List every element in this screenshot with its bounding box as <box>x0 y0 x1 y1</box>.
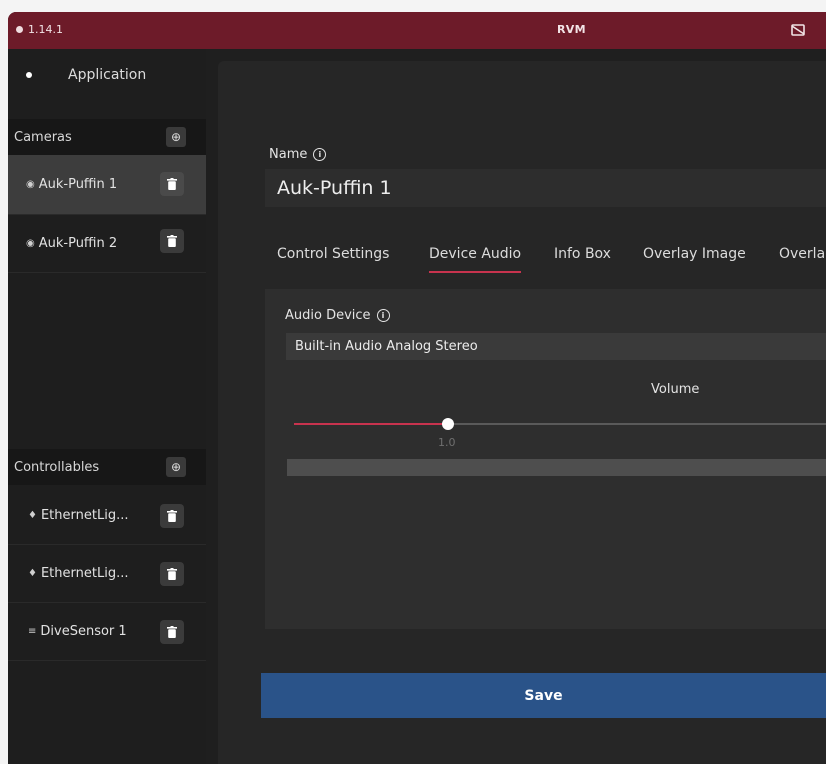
cameras-header-label: Cameras <box>14 129 72 145</box>
trash-icon <box>167 568 177 580</box>
tab-overlay-image[interactable]: Overlay Image <box>643 245 746 271</box>
name-label: Name i <box>269 147 327 162</box>
add-controllable-button[interactable]: ⊕ <box>166 457 186 477</box>
controllables-header: Controllables ⊕ <box>8 449 206 485</box>
audio-device-label-text: Audio Device <box>285 308 371 323</box>
light-icon: ♦ <box>28 510 37 521</box>
version-indicator: 1.14.1 <box>16 23 63 36</box>
sensor-icon: ≡ <box>28 626 37 637</box>
device-audio-panel: Audio Device i Built-in Audio Analog Ste… <box>265 289 826 629</box>
volume-slider[interactable] <box>294 418 826 430</box>
window-title: RVM <box>557 23 586 36</box>
info-icon[interactable]: i <box>376 309 390 322</box>
save-button[interactable]: Save <box>261 673 826 718</box>
camera-settings-panel: Name i Control Settings Device Audio Inf… <box>218 61 826 764</box>
controllables-header-label: Controllables <box>14 459 100 475</box>
sidebar-item-label: Application <box>68 67 147 83</box>
camera-icon: ◉ <box>26 179 35 190</box>
camera-name-input[interactable] <box>265 169 826 207</box>
status-dot-icon <box>16 26 23 33</box>
controllable-label: EthernetLig... <box>40 566 129 581</box>
tab-device-audio[interactable]: Device Audio <box>429 245 522 273</box>
cameras-header: Cameras ⊕ <box>8 119 206 155</box>
app-window: 1.14.1 RVM Application Cameras ⊕ ◉ Auk-P… <box>8 12 826 764</box>
sidebar-item-application[interactable]: Application <box>8 49 206 101</box>
camera-icon: ◉ <box>26 238 35 249</box>
trash-icon <box>167 510 177 522</box>
tab-control-settings[interactable]: Control Settings <box>277 245 389 271</box>
no-video-icon[interactable] <box>790 22 806 38</box>
delete-controllable-button[interactable] <box>160 562 184 586</box>
camera-item-auk-puffin-2[interactable]: ◉ Auk-Puffin 2 <box>8 215 206 273</box>
add-circle-icon: ⊕ <box>170 460 182 474</box>
volume-label: Volume <box>651 382 700 397</box>
delete-camera-button[interactable] <box>160 172 184 196</box>
controllable-label: EthernetLig... <box>40 508 129 523</box>
title-bar: 1.14.1 RVM <box>8 12 826 49</box>
trash-icon <box>167 235 177 247</box>
camera-label: Auk-Puffin 2 <box>38 236 118 251</box>
delete-controllable-button[interactable] <box>160 620 184 644</box>
delete-controllable-button[interactable] <box>160 504 184 528</box>
settings-tabs: Control Settings Device Audio Info Box O… <box>277 245 826 275</box>
add-camera-button[interactable]: ⊕ <box>166 127 186 147</box>
audio-device-label: Audio Device i <box>285 308 390 323</box>
version-label: 1.14.1 <box>28 23 63 36</box>
bullet-icon <box>26 72 32 78</box>
camera-item-auk-puffin-1[interactable]: ◉ Auk-Puffin 1 <box>8 155 206 215</box>
controllable-label: DiveSensor 1 <box>40 624 127 639</box>
tab-overlay-more[interactable]: Overla <box>779 245 825 271</box>
sidebar: Application Cameras ⊕ ◉ Auk-Puffin 1 ◉ A… <box>8 49 206 764</box>
delete-camera-button[interactable] <box>160 229 184 253</box>
light-icon: ♦ <box>28 568 37 579</box>
controllable-item[interactable]: ♦ EthernetLig... <box>8 545 206 603</box>
controllable-item[interactable]: ♦ EthernetLig... <box>8 487 206 545</box>
volume-slider-fill <box>294 423 449 425</box>
tab-info-box[interactable]: Info Box <box>554 245 611 271</box>
audio-level-meter <box>287 459 826 476</box>
add-circle-icon: ⊕ <box>170 130 182 144</box>
volume-value: 1.0 <box>438 436 456 449</box>
controllable-item[interactable]: ≡ DiveSensor 1 <box>8 603 206 661</box>
audio-device-select[interactable]: Built-in Audio Analog Stereo <box>286 333 826 360</box>
trash-icon <box>167 178 177 190</box>
name-label-text: Name <box>269 147 308 162</box>
info-icon[interactable]: i <box>313 148 327 161</box>
camera-label: Auk-Puffin 1 <box>38 177 118 192</box>
trash-icon <box>167 626 177 638</box>
volume-slider-thumb[interactable] <box>442 418 455 430</box>
